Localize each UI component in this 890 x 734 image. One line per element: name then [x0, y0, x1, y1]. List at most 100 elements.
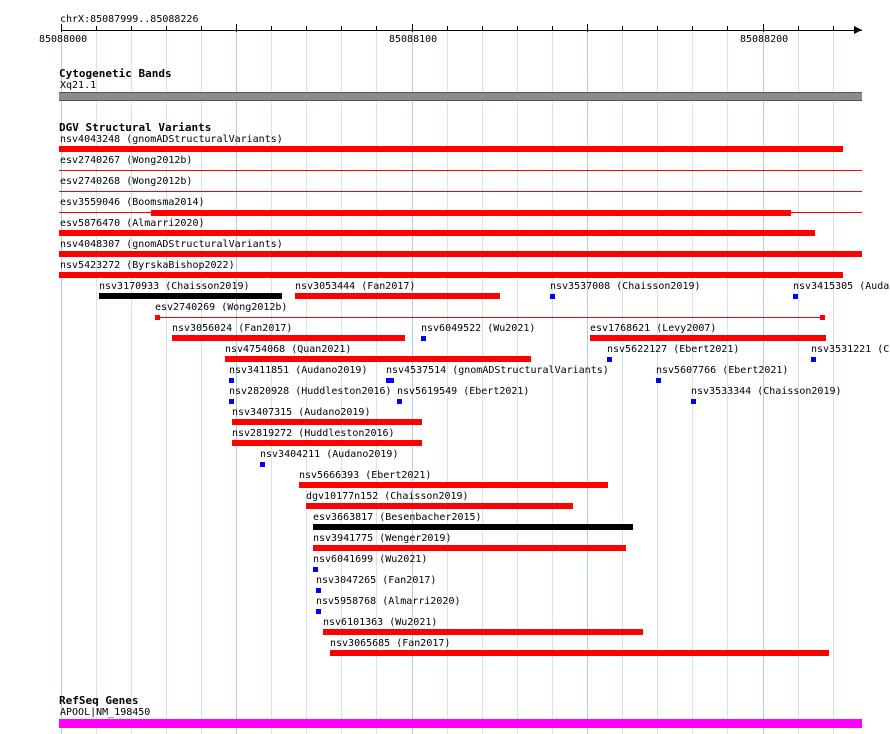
ruler-tick	[96, 26, 97, 30]
sv-bar-loss[interactable]	[172, 335, 405, 341]
sv-bar-loss[interactable]	[330, 650, 829, 656]
sv-label[interactable]: nsv3065685 (Fan2017)	[330, 638, 450, 650]
genome-browser-view: chrX:85087999..85088226 85088000 8508810…	[0, 0, 890, 734]
ruler-tick	[692, 26, 693, 30]
sv-label[interactable]: nsv3537008 (Chaisson2019)	[550, 281, 701, 293]
sv-label[interactable]: nsv5607766 (Ebert2021)	[656, 365, 788, 377]
sv-label[interactable]: nsv6041699 (Wu2021)	[313, 554, 427, 566]
ruler-tick	[798, 26, 799, 30]
sv-label[interactable]: esv2740267 (Wong2012b)	[60, 155, 192, 167]
ruler-tick	[622, 26, 623, 30]
sv-label[interactable]: nsv6101363 (Wu2021)	[323, 617, 437, 629]
sv-label[interactable]: esv3663817 (Besenbacher2015)	[313, 512, 482, 524]
sv-bar-loss[interactable]	[590, 335, 826, 341]
sv-bar-loss[interactable]	[151, 210, 791, 216]
sv-dot-gain[interactable]	[386, 378, 394, 383]
sv-bar-loss[interactable]	[59, 230, 815, 236]
ruler-tick	[657, 26, 658, 30]
sv-dot-loss[interactable]	[155, 315, 160, 320]
ruler-tick	[447, 26, 448, 30]
sv-label[interactable]: nsv4048307 (gnomADStructuralVariants)	[60, 239, 283, 251]
sv-label[interactable]: esv2740269 (Wong2012b)	[155, 302, 287, 314]
sv-label[interactable]: nsv3407315 (Audano2019)	[232, 407, 370, 419]
sv-label[interactable]: nsv3053444 (Fan2017)	[295, 281, 415, 293]
sv-label[interactable]: nsv5666393 (Ebert2021)	[299, 470, 431, 482]
sv-bar-loss[interactable]	[295, 293, 500, 299]
sv-label[interactable]: nsv6049522 (Wu2021)	[421, 323, 535, 335]
sv-label[interactable]: nsv3531221 (Chaisson2019)	[811, 344, 890, 356]
gene-label[interactable]: APOOL|NM_198450	[60, 707, 150, 719]
sv-label[interactable]: nsv3941775 (Wenger2019)	[313, 533, 451, 545]
sv-label[interactable]: nsv5622127 (Ebert2021)	[607, 344, 739, 356]
sv-dot-gain[interactable]	[397, 399, 402, 404]
ruler-tick	[727, 26, 728, 30]
cytoband-xq21-1[interactable]	[59, 92, 862, 101]
sv-bar-loss[interactable]	[59, 272, 843, 278]
ruler-right-arrow-icon	[854, 26, 862, 34]
sv-bar-loss[interactable]	[323, 629, 643, 635]
sv-bar-loss[interactable]	[59, 146, 843, 152]
sv-dot-gain[interactable]	[260, 462, 265, 467]
ruler-label: 85088100	[389, 34, 438, 45]
sv-dot-gain[interactable]	[656, 378, 661, 383]
gene-apool[interactable]	[59, 719, 862, 728]
sv-label[interactable]: esv1768621 (Levy2007)	[590, 323, 716, 335]
sv-label[interactable]: nsv3404211 (Audano2019)	[260, 449, 398, 461]
sv-dot-gain[interactable]	[313, 567, 318, 572]
sv-dot-gain[interactable]	[691, 399, 696, 404]
sv-label[interactable]: dgv10177n152 (Chaisson2019)	[306, 491, 469, 503]
ruler-tick	[412, 24, 413, 32]
sv-thin-line[interactable]	[59, 191, 862, 192]
sv-bar-loss[interactable]	[232, 419, 422, 425]
sv-dot-gain[interactable]	[550, 294, 555, 299]
sv-label[interactable]: nsv5423272 (ByrskaBishop2022)	[60, 260, 235, 272]
ruler-label: 85088000	[39, 34, 88, 45]
sv-dot-gain[interactable]	[793, 294, 798, 299]
sv-label[interactable]: nsv2819272 (Huddleston2016)	[232, 428, 395, 440]
sv-label[interactable]: nsv2820928 (Huddleston2016)	[229, 386, 392, 398]
ruler-axis[interactable]	[61, 30, 862, 31]
sv-bar-loss[interactable]	[232, 440, 422, 446]
dgv-track-title[interactable]: DGV Structural Variants	[59, 121, 211, 134]
sv-bar-complex[interactable]	[99, 293, 282, 299]
sv-label[interactable]: nsv4043248 (gnomADStructuralVariants)	[60, 134, 283, 146]
sv-dot-gain[interactable]	[421, 336, 426, 341]
sv-dot-gain[interactable]	[316, 609, 321, 614]
sv-dot-gain[interactable]	[811, 357, 816, 362]
sv-bar-loss[interactable]	[306, 503, 573, 509]
sv-label[interactable]: nsv4537514 (gnomADStructuralVariants)	[386, 365, 609, 377]
sv-bar-complex[interactable]	[313, 524, 633, 530]
ruler-tick	[61, 24, 62, 32]
sv-label[interactable]: nsv3056024 (Fan2017)	[172, 323, 292, 335]
cytoband-track-title[interactable]: Cytogenetic Bands	[59, 67, 172, 80]
ruler-tick	[482, 26, 483, 30]
grid-line	[833, 30, 834, 734]
sv-label[interactable]: esv3559046 (Boomsma2014)	[60, 197, 205, 209]
sv-dot-gain[interactable]	[607, 357, 612, 362]
sv-label[interactable]: nsv3047265 (Fan2017)	[316, 575, 436, 587]
sv-bar-loss[interactable]	[299, 482, 608, 488]
sv-label[interactable]: nsv3170933 (Chaisson2019)	[99, 281, 250, 293]
sv-label[interactable]: nsv5619549 (Ebert2021)	[397, 386, 529, 398]
ruler-tick	[201, 26, 202, 30]
sv-label[interactable]: nsv3533344 (Chaisson2019)	[691, 386, 842, 398]
sv-bar-loss[interactable]	[225, 356, 531, 362]
ruler-tick	[306, 26, 307, 30]
sv-label[interactable]: nsv3411851 (Audano2019)	[229, 365, 367, 377]
refseq-track-title[interactable]: RefSeq Genes	[59, 694, 138, 707]
sv-label[interactable]: esv2740268 (Wong2012b)	[60, 176, 192, 188]
sv-dot-gain[interactable]	[229, 378, 234, 383]
sv-label[interactable]: esv5876470 (Almarri2020)	[60, 218, 205, 230]
sv-label[interactable]: nsv4754068 (Quan2021)	[225, 344, 351, 356]
sv-dot-gain[interactable]	[229, 399, 234, 404]
sv-thin-line[interactable]	[155, 317, 825, 318]
sv-bar-loss[interactable]	[59, 251, 862, 257]
sv-label[interactable]: nsv3415305 (Audano2019)	[793, 281, 890, 293]
sv-thin-line[interactable]	[59, 170, 862, 171]
sv-dot-loss[interactable]	[820, 315, 825, 320]
ruler-tick	[517, 26, 518, 30]
ruler-tick	[376, 26, 377, 30]
sv-bar-loss[interactable]	[313, 545, 626, 551]
sv-dot-gain[interactable]	[316, 588, 321, 593]
sv-label[interactable]: nsv5958768 (Almarri2020)	[316, 596, 461, 608]
